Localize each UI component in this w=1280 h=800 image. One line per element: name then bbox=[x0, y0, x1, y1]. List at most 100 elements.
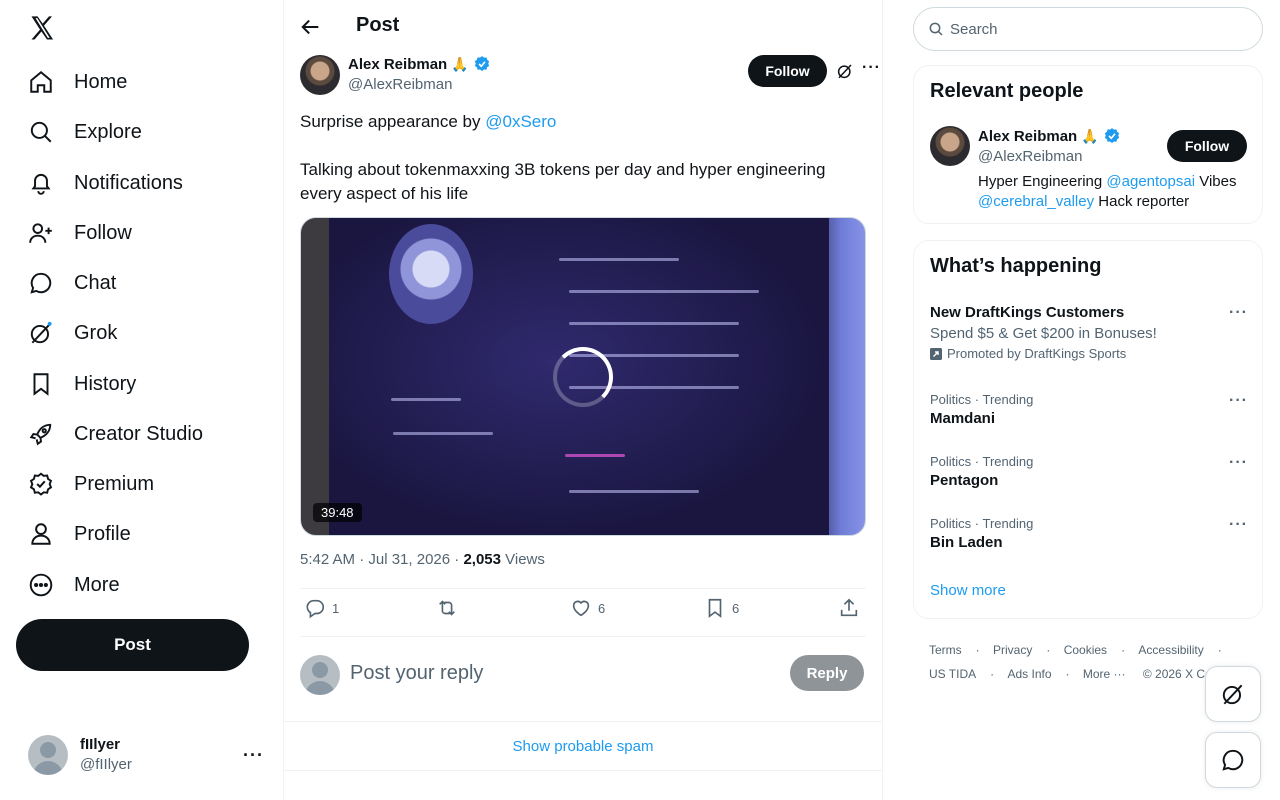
whats-happening-title: What’s happening bbox=[930, 255, 1102, 277]
reply-input[interactable]: Post your reply bbox=[350, 662, 483, 685]
tweet-author: Alex Reibman 🙏 @AlexReibman Follow ··· bbox=[300, 55, 880, 99]
grok-explain-icon[interactable] bbox=[836, 62, 854, 80]
footer-link[interactable]: Terms bbox=[929, 643, 962, 657]
like-count: 6 bbox=[598, 600, 606, 616]
views-label: Views bbox=[500, 551, 545, 568]
bookmark-action[interactable]: 6 bbox=[704, 597, 739, 619]
avatar[interactable] bbox=[930, 126, 970, 166]
nav-profile[interactable]: Profile bbox=[16, 510, 143, 558]
footer-link[interactable]: Ads Info bbox=[1007, 667, 1051, 681]
verified-badge-icon bbox=[474, 56, 489, 71]
mention-link[interactable]: @0xSero bbox=[485, 112, 556, 131]
promoted-label: Promoted by DraftKings Sports bbox=[930, 346, 1248, 361]
follow-button[interactable]: Follow bbox=[1167, 130, 1247, 162]
promo-title: New DraftKings Customers bbox=[930, 304, 1125, 321]
reply-composer: Post your reply Reply bbox=[300, 655, 866, 695]
footer-link[interactable]: More ··· bbox=[1083, 667, 1126, 681]
mention-link[interactable]: @agentopsai bbox=[1106, 173, 1195, 190]
show-spam-link[interactable]: Show probable spam bbox=[284, 721, 882, 771]
bio-text: Vibes bbox=[1195, 173, 1237, 190]
mention-link[interactable]: @cerebral_valley bbox=[978, 193, 1094, 210]
nav-label: Creator Studio bbox=[74, 422, 203, 445]
search-input[interactable]: Search bbox=[913, 7, 1263, 51]
more-dots-icon[interactable]: ··· bbox=[1229, 304, 1248, 322]
nav-label: Home bbox=[74, 70, 128, 93]
grok-fab-button[interactable] bbox=[1205, 666, 1261, 722]
relevant-person-name[interactable]: Alex Reibman 🙏 bbox=[978, 127, 1121, 145]
bell-icon bbox=[31, 173, 51, 195]
nav-home[interactable]: Home bbox=[16, 58, 139, 106]
footer-link[interactable]: Privacy bbox=[993, 643, 1032, 657]
chat-icon bbox=[1222, 749, 1244, 771]
more-dots-icon[interactable]: ··· bbox=[243, 745, 264, 766]
more-dots-icon[interactable]: ··· bbox=[1229, 454, 1248, 472]
messages-fab-button[interactable] bbox=[1205, 732, 1261, 788]
trend-context: Politics · Trending bbox=[930, 454, 1034, 469]
footer-link[interactable]: Cookies bbox=[1064, 643, 1107, 657]
bookmark-count: 6 bbox=[732, 600, 740, 616]
bio-text: Hyper Engineering bbox=[978, 173, 1107, 190]
video-duration: 39:48 bbox=[313, 503, 362, 522]
relevant-people-title: Relevant people bbox=[930, 80, 1084, 102]
tweet-timestamp[interactable]: 5:42 AM · Jul 31, 2026 · bbox=[300, 551, 463, 568]
repost-action[interactable] bbox=[436, 597, 458, 619]
video-detail-line bbox=[569, 490, 699, 493]
page-title: Post bbox=[356, 14, 400, 36]
more-dots-icon[interactable]: ··· bbox=[1229, 392, 1248, 410]
search-icon bbox=[30, 121, 52, 143]
nav-label: Follow bbox=[74, 221, 132, 244]
bio-text: Hack reporter bbox=[1094, 193, 1190, 210]
video-detail-line bbox=[569, 290, 759, 293]
author-name[interactable]: Alex Reibman 🙏 bbox=[348, 55, 491, 73]
x-logo-icon[interactable] bbox=[28, 14, 56, 42]
show-more-link[interactable]: Show more bbox=[930, 582, 1006, 599]
video-detail-line bbox=[569, 322, 739, 325]
bookmark-icon bbox=[33, 373, 49, 396]
nav-creator-studio[interactable]: Creator Studio bbox=[16, 410, 215, 458]
nav-history[interactable]: History bbox=[16, 360, 148, 408]
relevant-people-card: Relevant people Alex Reibman 🙏 @AlexReib… bbox=[913, 65, 1263, 224]
account-name: fIIlyer bbox=[80, 736, 121, 753]
video-player[interactable]: 39:48 bbox=[300, 217, 866, 536]
reply-button[interactable]: Reply bbox=[790, 655, 864, 691]
relevant-person-handle[interactable]: @AlexReibman bbox=[978, 148, 1082, 165]
tweet-meta: 5:42 AM · Jul 31, 2026 · 2,053 Views bbox=[300, 551, 545, 568]
trend-title: Mamdani bbox=[930, 410, 996, 427]
share-action[interactable] bbox=[838, 597, 860, 619]
nav-more[interactable]: More bbox=[16, 561, 132, 609]
post-button[interactable]: Post bbox=[16, 619, 249, 671]
nav-chat[interactable]: Chat bbox=[16, 259, 128, 307]
nav-grok[interactable]: Grok bbox=[16, 309, 129, 357]
tweet-more-icon[interactable]: ··· bbox=[862, 59, 881, 77]
nav-label: Notifications bbox=[74, 171, 183, 194]
reply-icon bbox=[306, 599, 325, 619]
video-detail-line bbox=[391, 398, 461, 401]
tweet-text-line1: Surprise appearance by bbox=[300, 112, 486, 131]
heart-icon bbox=[572, 600, 590, 617]
more-dots-icon[interactable]: ··· bbox=[1229, 516, 1248, 534]
nav-follow[interactable]: Follow bbox=[16, 209, 144, 257]
relevant-emoji: 🙏 bbox=[1081, 127, 1099, 144]
nav-explore[interactable]: Explore bbox=[16, 108, 154, 156]
like-action[interactable]: 6 bbox=[570, 597, 605, 619]
video-thumbnail-detail bbox=[389, 224, 473, 324]
footer-link[interactable]: Accessibility bbox=[1138, 643, 1203, 657]
follow-button[interactable]: Follow bbox=[748, 55, 827, 87]
author-avatar[interactable] bbox=[300, 55, 340, 95]
bookmark-icon bbox=[708, 598, 722, 618]
nav-label: Explore bbox=[74, 120, 142, 143]
nav-label: Chat bbox=[74, 271, 117, 294]
trend-context: Politics · Trending bbox=[930, 516, 1034, 531]
author-handle[interactable]: @AlexReibman bbox=[348, 76, 452, 93]
reply-action[interactable]: 1 bbox=[304, 597, 339, 619]
trend-item[interactable]: Politics · Trending Mamdani ··· bbox=[930, 392, 1248, 427]
account-switcher[interactable]: fIIlyer @fIIlyer ··· bbox=[16, 728, 276, 782]
trend-item[interactable]: Politics · Trending Pentagon ··· bbox=[930, 454, 1248, 489]
back-arrow-icon[interactable] bbox=[300, 16, 322, 38]
nav-premium[interactable]: Premium bbox=[16, 460, 166, 508]
promoted-trend[interactable]: New DraftKings Customers Spend $5 & Get … bbox=[930, 304, 1248, 361]
nav-notifications[interactable]: Notifications bbox=[16, 159, 195, 207]
trend-item[interactable]: Politics · Trending Bin Laden ··· bbox=[930, 516, 1248, 551]
divider bbox=[300, 588, 866, 589]
footer-link[interactable]: US TIDA bbox=[929, 667, 976, 681]
